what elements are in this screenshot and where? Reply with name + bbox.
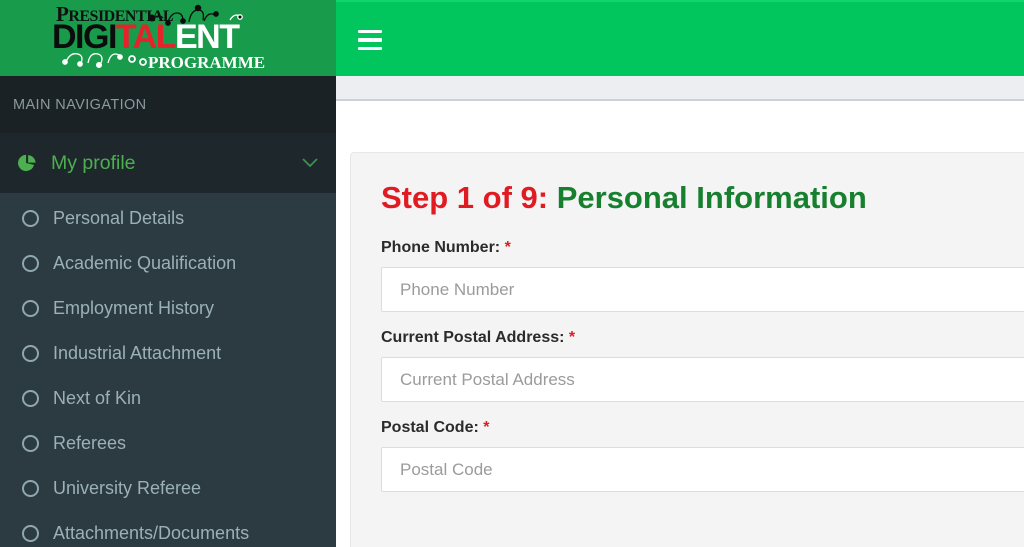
circle-o-icon	[22, 300, 39, 317]
chevron-down-icon	[302, 156, 318, 171]
sidebar-item-industrial-attachment[interactable]: Industrial Attachment	[0, 331, 336, 376]
field-label: Current Postal Address: *	[381, 329, 1024, 347]
sidebar-item-label: Academic Qualification	[53, 253, 237, 273]
pie-chart-icon	[15, 152, 39, 174]
required-marker: *	[568, 329, 576, 347]
content-wrapper: Step 1 of 9: Personal Information Phone …	[336, 101, 1024, 547]
main-area: Step 1 of 9: Personal Information Phone …	[336, 0, 1024, 547]
field-label: Postal Code: *	[381, 419, 1024, 437]
current-postal-address-input[interactable]	[381, 357, 1024, 403]
sidebar-item-label: University Referee	[53, 478, 202, 498]
circle-o-icon	[22, 210, 39, 227]
content-header-bar	[336, 76, 1024, 101]
page-title: Step 1 of 9: Personal Information	[381, 180, 1024, 215]
logo-text-digitalent: DIGITALENT	[52, 18, 240, 56]
sidebar-item-label: Industrial Attachment	[53, 343, 222, 363]
field-current-postal-address: Current Postal Address: *	[381, 329, 1024, 403]
sidebar-item-academic-qualification[interactable]: Academic Qualification	[0, 241, 336, 286]
circle-o-icon	[22, 525, 39, 542]
sidebar: PRESIDENTIAL DIGITALENT PROGRAMME MAIN N…	[0, 0, 336, 547]
hamburger-bar	[358, 46, 382, 51]
hamburger-bar	[358, 29, 382, 34]
step-counter: Step 1 of 9:	[381, 180, 549, 215]
sidebar-item-label: Personal Details	[53, 208, 185, 228]
sidebar-item-personal-details[interactable]: Personal Details	[0, 196, 336, 241]
field-phone-number: Phone Number: *	[381, 239, 1024, 313]
sidebar-item-label: Employment History	[53, 298, 215, 318]
sidebar-item-label: My profile	[51, 151, 136, 174]
required-marker: *	[483, 419, 490, 437]
top-navbar	[336, 0, 1024, 76]
field-label-text: Current Postal Address:	[381, 329, 565, 347]
phone-number-input[interactable]	[381, 267, 1024, 313]
sidebar-item-my-profile[interactable]: My profile	[0, 133, 336, 193]
sidebar-submenu: Personal Details Academic Qualification …	[0, 193, 336, 547]
field-label: Phone Number: *	[381, 239, 1024, 257]
hamburger-menu-icon[interactable]	[355, 26, 385, 54]
logo-inner: PRESIDENTIAL DIGITALENT PROGRAMME	[44, 2, 276, 74]
circle-o-icon	[22, 345, 39, 362]
sidebar-item-employment-history[interactable]: Employment History	[0, 286, 336, 331]
field-label-text: Postal Code:	[381, 419, 479, 437]
sidebar-item-label: Attachments/Documents	[53, 523, 250, 543]
circle-o-icon	[22, 480, 39, 497]
required-marker: *	[504, 239, 511, 257]
logo-text-programme: PROGRAMME	[148, 53, 266, 72]
field-postal-code: Postal Code: *	[381, 419, 1024, 493]
circle-o-icon	[22, 435, 39, 452]
hamburger-bar	[358, 38, 382, 42]
circle-o-icon	[22, 255, 39, 272]
sidebar-section-header: MAIN NAVIGATION	[0, 76, 336, 133]
sidebar-item-university-referee[interactable]: University Referee	[0, 466, 336, 511]
form-panel: Step 1 of 9: Personal Information Phone …	[350, 152, 1024, 547]
sidebar-item-attachments-documents[interactable]: Attachments/Documents	[0, 511, 336, 547]
sidebar-item-label: Referees	[53, 433, 127, 453]
step-name: Personal Information	[548, 180, 867, 215]
sidebar-item-next-of-kin[interactable]: Next of Kin	[0, 376, 336, 421]
brand-logo[interactable]: PRESIDENTIAL DIGITALENT PROGRAMME	[0, 0, 336, 76]
page-root: PRESIDENTIAL DIGITALENT PROGRAMME MAIN N…	[0, 0, 1024, 547]
postal-code-input[interactable]	[381, 447, 1024, 493]
sidebar-item-referees[interactable]: Referees	[0, 421, 336, 466]
field-label-text: Phone Number:	[381, 239, 501, 257]
circle-o-icon	[22, 390, 39, 407]
sidebar-item-label: Next of Kin	[53, 388, 142, 408]
